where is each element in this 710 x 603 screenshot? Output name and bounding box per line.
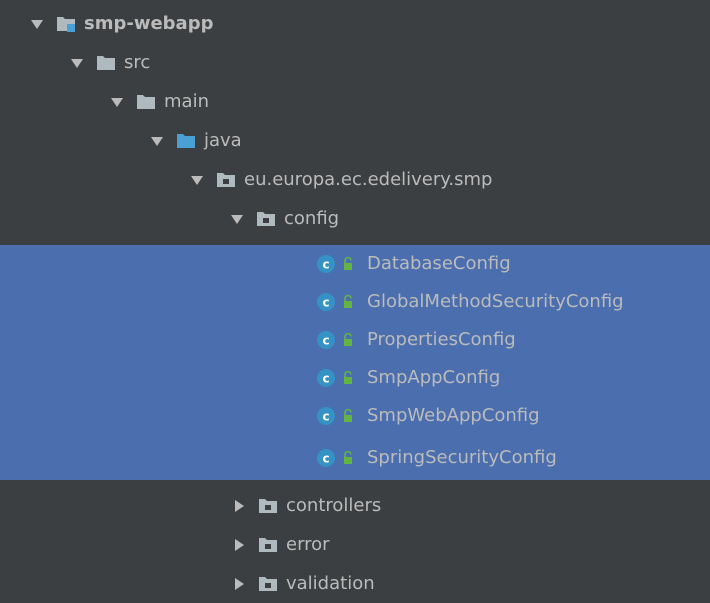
expand-arrow-right-icon[interactable] [232, 577, 246, 591]
package-icon [256, 211, 276, 227]
svg-text:c: c [322, 372, 329, 386]
tree-node-label: validation [286, 572, 375, 594]
tree-node-package[interactable]: eu.europa.ec.edelivery.smp [0, 160, 710, 199]
public-access-lock-icon [343, 450, 353, 465]
public-access-lock-icon [343, 409, 353, 423]
svg-text:c: c [322, 451, 329, 465]
tree-node-label: SpringSecurityConfig [367, 446, 557, 468]
tree-node-smp-webapp[interactable]: smp-webapp [0, 4, 710, 43]
expand-arrow-down-icon[interactable] [110, 95, 124, 109]
expand-arrow-right-icon[interactable] [232, 538, 246, 552]
tree-node-label: java [204, 129, 242, 151]
tree-node-class[interactable]: c SmpAppConfig [0, 359, 710, 397]
expand-arrow-down-icon[interactable] [230, 212, 244, 226]
tree-node-class[interactable]: c SpringSecurityConfig [0, 435, 710, 480]
expand-arrow-right-icon[interactable] [232, 499, 246, 513]
tree-node-label: GlobalMethodSecurityConfig [367, 291, 624, 312]
tree-node-label: SmpWebAppConfig [367, 405, 540, 426]
class-icon: c [316, 406, 336, 426]
tree-node-class[interactable]: c PropertiesConfig [0, 321, 710, 359]
public-access-lock-icon [343, 257, 353, 271]
svg-text:c: c [322, 296, 329, 310]
svg-text:c: c [322, 258, 329, 272]
tree-node-validation[interactable]: validation [0, 564, 710, 603]
class-icon: c [316, 448, 336, 468]
tree-node-label: src [124, 51, 151, 73]
folder-icon [136, 94, 156, 110]
expand-arrow-down-icon[interactable] [190, 173, 204, 187]
tree-node-class[interactable]: c GlobalMethodSecurityConfig [0, 283, 710, 321]
class-icon: c [316, 292, 336, 312]
source-root-folder-icon [176, 133, 196, 149]
public-access-lock-icon [343, 295, 353, 309]
expand-arrow-down-icon[interactable] [70, 56, 84, 70]
class-icon: c [316, 254, 336, 274]
tree-node-error[interactable]: error [0, 525, 710, 564]
tree-node-label: main [164, 90, 209, 112]
tree-node-label: SmpAppConfig [367, 367, 501, 388]
package-icon [258, 537, 278, 553]
tree-node-label: error [286, 533, 330, 555]
tree-node-controllers[interactable]: controllers [0, 486, 710, 525]
svg-text:c: c [322, 410, 329, 424]
public-access-lock-icon [343, 333, 353, 347]
class-icon: c [316, 330, 336, 350]
expand-arrow-down-icon[interactable] [150, 134, 164, 148]
tree-node-class[interactable]: c DatabaseConfig [0, 245, 710, 283]
tree-node-java[interactable]: java [0, 121, 710, 160]
tree-node-label: smp-webapp [84, 12, 214, 34]
expand-arrow-down-icon[interactable] [30, 17, 44, 31]
package-icon [258, 576, 278, 592]
svg-text:c: c [322, 334, 329, 348]
package-icon [258, 498, 278, 514]
folder-icon [96, 55, 116, 71]
tree-node-label: PropertiesConfig [367, 329, 516, 350]
package-icon [216, 172, 236, 188]
tree-node-label: eu.europa.ec.edelivery.smp [244, 168, 493, 190]
class-icon: c [316, 368, 336, 388]
tree-node-label: DatabaseConfig [367, 253, 511, 274]
tree-node-config[interactable]: config [0, 199, 710, 238]
tree-node-src[interactable]: src [0, 43, 710, 82]
tree-node-main[interactable]: main [0, 82, 710, 121]
tree-node-class[interactable]: c SmpWebAppConfig [0, 397, 710, 435]
project-tree: smp-webapp src main java eu.europa.ec.ed… [0, 0, 710, 600]
tree-node-label: controllers [286, 494, 382, 516]
public-access-lock-icon [343, 371, 353, 385]
tree-node-label: config [284, 207, 340, 229]
module-folder-icon [56, 16, 76, 32]
